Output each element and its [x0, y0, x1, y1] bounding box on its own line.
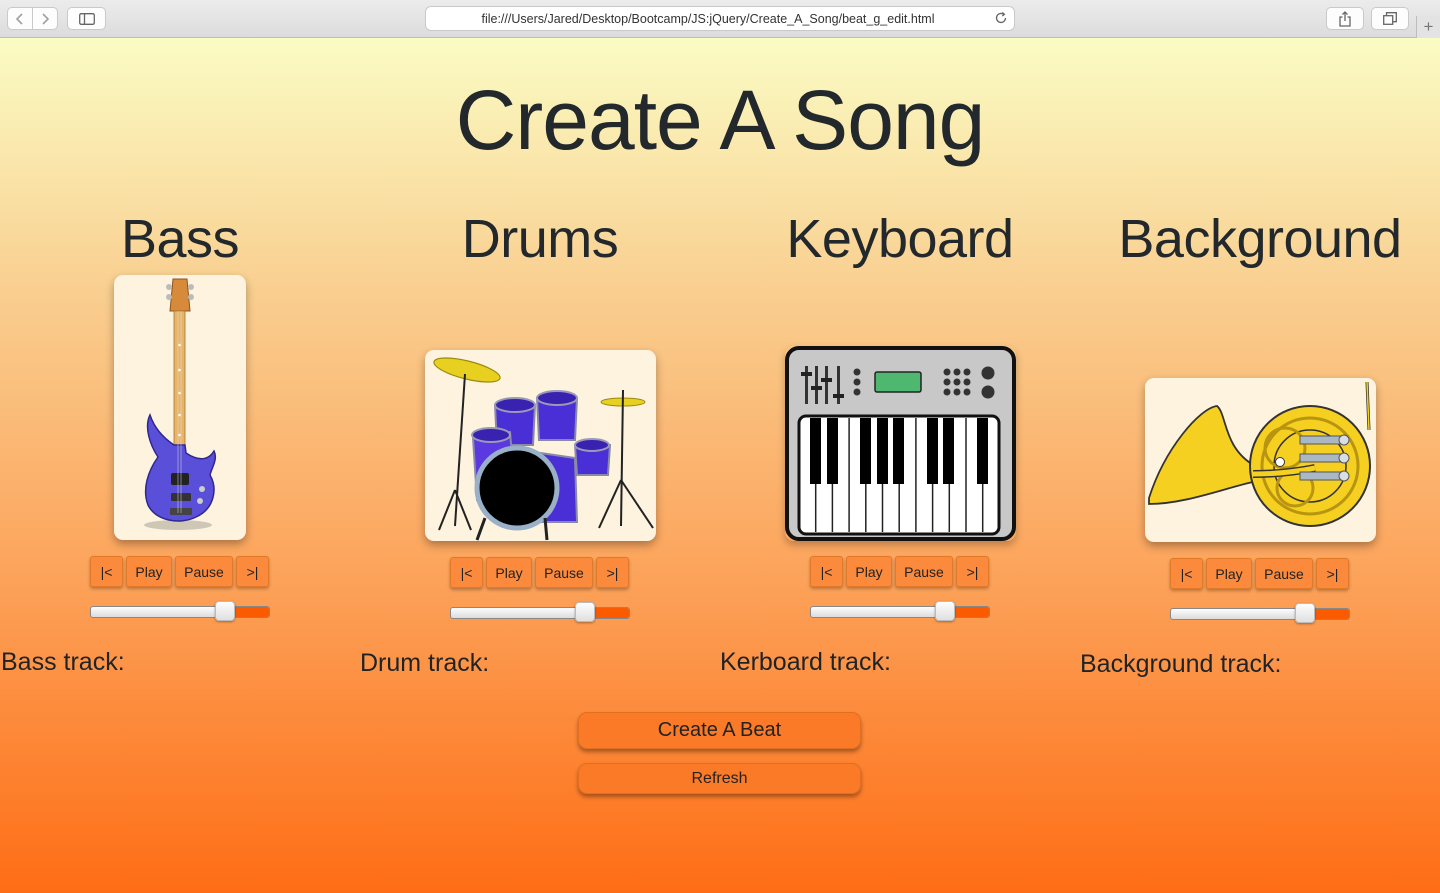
skip-forward-button[interactable]: >| — [236, 556, 269, 587]
pause-button[interactable]: Pause — [175, 556, 233, 587]
show-tabs-button[interactable] — [1371, 7, 1409, 30]
play-button[interactable]: Play — [1206, 558, 1252, 589]
instrument-column-bass: Bass |< Play Pause >| Bass track: — [0, 38, 360, 718]
volume-slider[interactable] — [90, 601, 270, 621]
instrument-column-background: Background |< Play Pause >| Background t… — [1080, 38, 1440, 718]
skip-forward-button[interactable]: >| — [956, 556, 989, 587]
instrument-title: Background — [1118, 209, 1402, 269]
chevron-right-icon — [42, 12, 50, 25]
forward-button[interactable] — [32, 7, 58, 30]
skip-forward-button[interactable]: >| — [1316, 558, 1349, 589]
back-button[interactable] — [7, 7, 33, 30]
share-button[interactable] — [1326, 7, 1364, 30]
browser-toolbar: file:///Users/Jared/Desktop/Bootcamp/JS:… — [0, 0, 1440, 38]
slider-track — [450, 607, 630, 619]
pause-button[interactable]: Pause — [535, 557, 593, 588]
instrument-title: Bass — [120, 209, 240, 269]
pause-button[interactable]: Pause — [895, 556, 953, 587]
instrument-column-keyboard: Keyboard |< Play Pause >| Kerboard track… — [720, 38, 1080, 718]
track-label: Drum track: — [360, 649, 490, 677]
instrument-title: Drums — [461, 209, 619, 269]
play-button[interactable]: Play — [126, 556, 172, 587]
slider-track — [810, 606, 990, 618]
track-label: Bass track: — [1, 648, 125, 676]
volume-slider[interactable] — [450, 602, 630, 622]
sidebar-button[interactable] — [67, 7, 106, 30]
chevron-left-icon — [15, 12, 23, 25]
keyboard-image — [785, 346, 1016, 541]
refresh-button[interactable]: Refresh — [578, 763, 861, 794]
french-horn-icon — [1148, 381, 1371, 527]
pause-button[interactable]: Pause — [1255, 558, 1313, 589]
keyboard-synth-icon — [785, 346, 1016, 541]
skip-back-button[interactable]: |< — [450, 557, 483, 588]
play-button[interactable]: Play — [486, 557, 532, 588]
slider-thumb[interactable] — [215, 601, 235, 621]
drum-kit-image — [425, 350, 656, 541]
drum-kit-icon — [433, 357, 654, 541]
create-beat-button[interactable]: Create A Beat — [578, 712, 861, 749]
bass-guitar-icon — [144, 278, 217, 530]
instrument-column-drums: Drums |< Play Pause >| Drum track: — [360, 38, 720, 718]
slider-track — [90, 606, 270, 618]
page-body: Create A Song Bass |< Play Pause >| Bass… — [0, 38, 1440, 893]
slider-thumb[interactable] — [575, 602, 595, 622]
slider-track — [1170, 608, 1350, 620]
skip-back-button[interactable]: |< — [810, 556, 843, 587]
instrument-title: Keyboard — [786, 209, 1014, 269]
french-horn-image — [1145, 378, 1376, 542]
url-text[interactable]: file:///Users/Jared/Desktop/Bootcamp/JS:… — [426, 12, 990, 26]
reload-icon[interactable] — [994, 11, 1008, 25]
skip-back-button[interactable]: |< — [90, 556, 123, 587]
skip-back-button[interactable]: |< — [1170, 558, 1203, 589]
bass-guitar-image — [114, 275, 246, 540]
slider-thumb[interactable] — [1295, 603, 1315, 623]
play-button[interactable]: Play — [846, 556, 892, 587]
track-label: Background track: — [1080, 650, 1282, 678]
skip-forward-button[interactable]: >| — [596, 557, 629, 588]
new-tab-button[interactable]: + — [1416, 16, 1440, 38]
slider-thumb[interactable] — [935, 601, 955, 621]
volume-slider[interactable] — [1170, 603, 1350, 623]
share-icon — [1339, 10, 1351, 27]
tabs-icon — [1383, 12, 1397, 25]
sidebar-icon — [78, 12, 95, 25]
plus-icon: + — [1423, 17, 1434, 36]
volume-slider[interactable] — [810, 601, 990, 621]
address-bar[interactable]: file:///Users/Jared/Desktop/Bootcamp/JS:… — [425, 6, 1015, 31]
track-label: Kerboard track: — [720, 648, 891, 676]
